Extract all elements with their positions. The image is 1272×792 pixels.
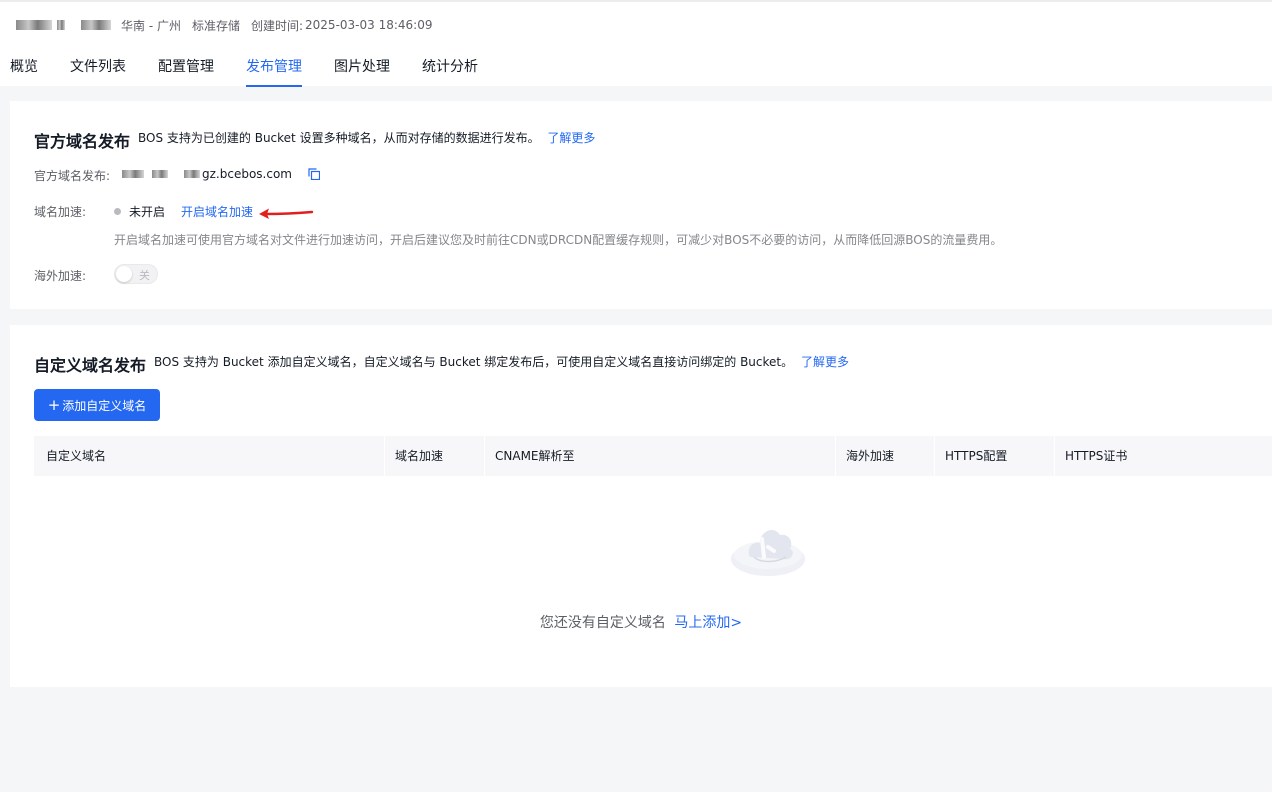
custom-domain-desc: BOS 支持为 Bucket 添加自定义域名，自定义域名与 Bucket 绑定发… [154, 353, 849, 370]
bucket-region: 华南 - 广州 [121, 18, 181, 33]
accel-hint: 开启域名加速可使用官方域名对文件进行加速访问，开启后建议您及时前往CDN或DRC… [114, 233, 1003, 247]
col-cname: CNAME解析至 [495, 449, 575, 463]
overseas-label: 海外加速: [34, 269, 87, 283]
custom-domain-table-header: 自定义域名 域名加速 CNAME解析至 海外加速 HTTPS配置 HTTPS证书 [34, 436, 1272, 476]
bucket-created-label: 创建时间: [250, 18, 304, 33]
bucket-storage-class: 标准存储 [191, 18, 240, 33]
col-accel: 域名加速 [395, 449, 444, 463]
official-domain-label: 官方域名发布: [34, 169, 111, 183]
enable-accel-link[interactable]: 开启域名加速 [181, 203, 253, 220]
empty-state-message: 您还没有自定义域名 马上添加> [10, 612, 1272, 632]
status-dot [114, 208, 121, 215]
col-divider [934, 436, 935, 476]
switch-knob [116, 266, 132, 282]
accel-status-text: 未开启 [129, 205, 166, 219]
col-divider [835, 436, 836, 476]
official-domain-title: 官方域名发布 [34, 132, 131, 151]
official-domain-redacted [122, 170, 200, 178]
empty-state-text: 您还没有自定义域名 [539, 615, 666, 631]
overseas-accel-switch[interactable]: 关 [114, 264, 158, 284]
tab-config[interactable]: 配置管理 [158, 46, 214, 88]
accel-label: 域名加速: [34, 205, 87, 219]
bucket-header: 华南 - 广州 标准存储 创建时间: 2025-03-03 18:46:09 概… [0, 0, 1272, 88]
official-domain-suffix: gz.bcebos.com [202, 167, 292, 181]
col-https-config: HTTPS配置 [945, 449, 1008, 463]
add-custom-domain-label: 添加自定义域名 [62, 398, 147, 413]
col-divider [1054, 436, 1055, 476]
custom-domain-title: 自定义域名发布 [34, 356, 147, 375]
col-divider [484, 436, 485, 476]
custom-domain-desc-text: BOS 支持为 Bucket 添加自定义域名，自定义域名与 Bucket 绑定发… [154, 355, 794, 369]
col-custom-domain: 自定义域名 [46, 449, 107, 463]
add-now-link[interactable]: 马上添加> [674, 615, 742, 631]
bucket-created-time: 2025-03-03 18:46:09 [305, 18, 433, 32]
official-domain-desc: BOS 支持为已创建的 Bucket 设置多种域名，从而对存储的数据进行发布。 … [138, 129, 595, 146]
empty-cloud-icon [731, 529, 805, 576]
annotation-arrow-icon [259, 208, 314, 219]
bucket-name-redacted [16, 20, 111, 30]
switch-label: 关 [139, 269, 150, 282]
tab-publish[interactable]: 发布管理 [246, 46, 302, 88]
official-domain-desc-text: BOS 支持为已创建的 Bucket 设置多种域名，从而对存储的数据进行发布。 [138, 131, 540, 145]
custom-learn-more-link[interactable]: 了解更多 [801, 355, 849, 369]
tab-image-processing[interactable]: 图片处理 [334, 46, 390, 88]
col-https-cert: HTTPS证书 [1065, 449, 1128, 463]
official-learn-more-link[interactable]: 了解更多 [547, 131, 595, 145]
official-domain-value: gz.bcebos.com [122, 167, 321, 181]
plus-icon: + [47, 396, 61, 414]
custom-domain-card: 自定义域名发布 BOS 支持为 Bucket 添加自定义域名，自定义域名与 Bu… [10, 325, 1272, 687]
bucket-meta: 华南 - 广州 标准存储 创建时间: 2025-03-03 18:46:09 [16, 16, 432, 34]
copy-icon[interactable] [308, 168, 321, 181]
tab-overview[interactable]: 概览 [10, 46, 38, 88]
accel-status: 未开启 开启域名加速 [114, 203, 253, 220]
add-custom-domain-button[interactable]: + 添加自定义域名 [34, 389, 160, 421]
tab-statistics[interactable]: 统计分析 [422, 46, 478, 88]
tab-file-list[interactable]: 文件列表 [70, 46, 126, 88]
col-overseas: 海外加速 [846, 449, 895, 463]
official-domain-card: 官方域名发布 BOS 支持为已创建的 Bucket 设置多种域名，从而对存储的数… [10, 101, 1272, 309]
col-divider [384, 436, 385, 476]
